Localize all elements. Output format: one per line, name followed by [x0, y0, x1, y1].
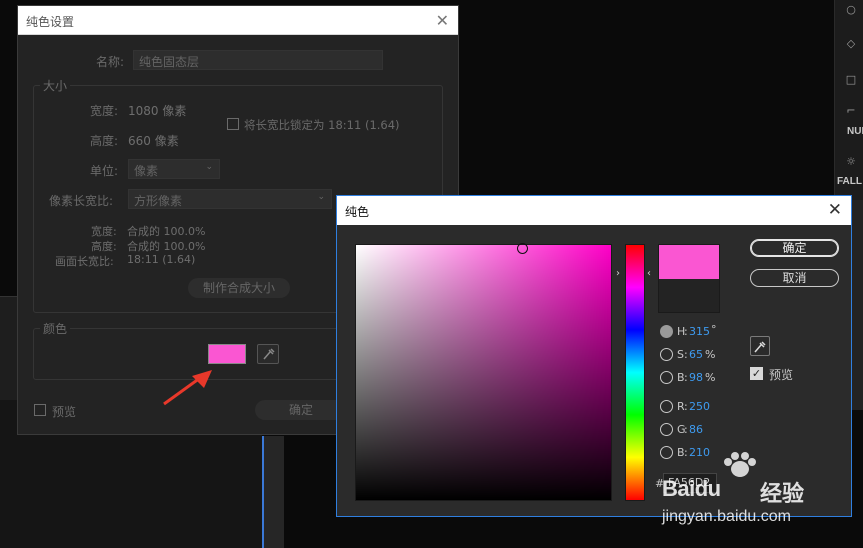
pixel-aspect-label: 像素长宽比: — [49, 194, 114, 208]
s-label: S — [677, 348, 684, 361]
chevron-down-icon: ⌄ — [317, 192, 325, 202]
cancel-button[interactable]: 取消 — [750, 269, 839, 287]
width-value[interactable]: 1080 像素 — [128, 102, 186, 119]
width-label: 宽度: — [90, 104, 119, 118]
eyedropper-icon — [754, 341, 766, 353]
colon: : — [684, 400, 688, 413]
color-picker-titlebar: 纯色 ✕ — [337, 196, 851, 225]
eyedropper-icon — [263, 348, 275, 360]
color-swatch[interactable] — [208, 344, 246, 364]
s-unit: % — [705, 348, 716, 361]
name-field[interactable]: 纯色固态层 — [133, 50, 383, 70]
s-value[interactable]: 65 — [689, 348, 703, 361]
radio-s[interactable] — [660, 348, 673, 361]
close-icon[interactable]: ✕ — [828, 200, 842, 220]
timeline-track — [264, 436, 284, 548]
hue-marker-left-icon: › — [616, 268, 620, 279]
preview-label: 预览 — [52, 405, 77, 419]
colon: : — [684, 423, 688, 436]
height-label: 高度: — [90, 134, 119, 148]
info-frame-value: 18:11 (1.64) — [127, 253, 196, 266]
size-group-title: 大小 — [40, 77, 71, 94]
solid-settings-title: 纯色设置 — [26, 15, 75, 29]
right-tool-panel: ○ ◇ □ ⌐ NUL ☼ FALL — [834, 0, 863, 200]
pixel-aspect-select[interactable]: 方形像素 ⌄ — [128, 189, 332, 209]
ok-button[interactable]: 确定 — [750, 239, 839, 257]
b-unit: % — [705, 371, 716, 384]
color-cursor[interactable] — [517, 243, 528, 254]
saturation-brightness-field[interactable] — [355, 244, 612, 501]
info-height-label: 高度: — [91, 240, 117, 253]
preview-checkbox[interactable] — [34, 404, 46, 416]
h-unit: ° — [711, 323, 717, 336]
r-value[interactable]: 250 — [689, 400, 710, 413]
units-label: 单位: — [90, 164, 119, 178]
color-picker-title: 纯色 — [345, 205, 370, 219]
new-color-preview — [658, 244, 720, 279]
panel-label-null: NUL — [847, 126, 863, 137]
colon: : — [684, 348, 688, 361]
g-value[interactable]: 86 — [689, 423, 703, 436]
gear-icon[interactable]: ☼ — [845, 156, 857, 168]
close-icon[interactable]: ✕ — [436, 11, 449, 30]
panel-label-fall: FALL — [837, 176, 862, 187]
hue-marker-right-icon: ‹ — [647, 268, 651, 279]
info-width-label: 宽度: — [91, 225, 117, 238]
hue-slider[interactable] — [625, 244, 645, 501]
ok-button-dim[interactable]: 确定 — [255, 400, 347, 420]
old-color-preview — [658, 279, 720, 313]
info-height-value: 合成的 100.0% — [127, 240, 206, 253]
colon: : — [684, 371, 688, 384]
small-icon[interactable]: ○ — [845, 4, 857, 16]
colon: : — [684, 325, 688, 338]
units-select[interactable]: 像素 ⌄ — [128, 159, 220, 179]
make-comp-size-button[interactable]: 制作合成大小 — [188, 278, 290, 298]
watermark-url: jingyan.baidu.com — [662, 508, 791, 525]
radio-g[interactable] — [660, 423, 673, 436]
units-value: 像素 — [134, 164, 159, 178]
lock-ratio-label: 将长宽比锁定为 18:11 (1.64) — [244, 118, 400, 132]
watermark-brand-cn: 经验 — [760, 482, 805, 507]
chevron-down-icon: ⌄ — [205, 162, 213, 172]
annotation-arrow — [163, 370, 212, 406]
h-value[interactable]: 315 — [689, 325, 710, 338]
left-panel-tabs — [0, 296, 18, 406]
radio-r[interactable] — [660, 400, 673, 413]
b-value[interactable]: 98 — [689, 371, 703, 384]
solid-settings-titlebar: 纯色设置 ✕ — [18, 6, 458, 35]
eyedropper-button[interactable] — [257, 344, 279, 364]
color-group-title: 颜色 — [40, 320, 71, 337]
baidu-watermark: Baidu 经验 jingyan.baidu.com — [660, 452, 860, 542]
height-value[interactable]: 660 像素 — [128, 132, 179, 149]
preview-checkbox[interactable]: ✓ — [750, 367, 763, 380]
diamond-icon[interactable]: ◇ — [845, 38, 857, 50]
paw-icon — [724, 452, 756, 477]
bracket-icon[interactable]: ⌐ — [845, 105, 857, 117]
name-label: 名称: — [96, 55, 125, 69]
preview-label: 预览 — [769, 368, 794, 382]
watermark-brand: Baidu — [662, 476, 721, 501]
info-width-value: 合成的 100.0% — [127, 225, 206, 238]
eyedropper-button[interactable] — [750, 336, 770, 356]
radio-b[interactable] — [660, 371, 673, 384]
info-frame-label: 画面长宽比: — [55, 255, 114, 268]
lock-ratio-checkbox[interactable] — [227, 118, 239, 130]
pixel-aspect-value: 方形像素 — [134, 194, 183, 208]
square-icon[interactable]: □ — [845, 74, 857, 86]
radio-h[interactable] — [660, 325, 673, 338]
